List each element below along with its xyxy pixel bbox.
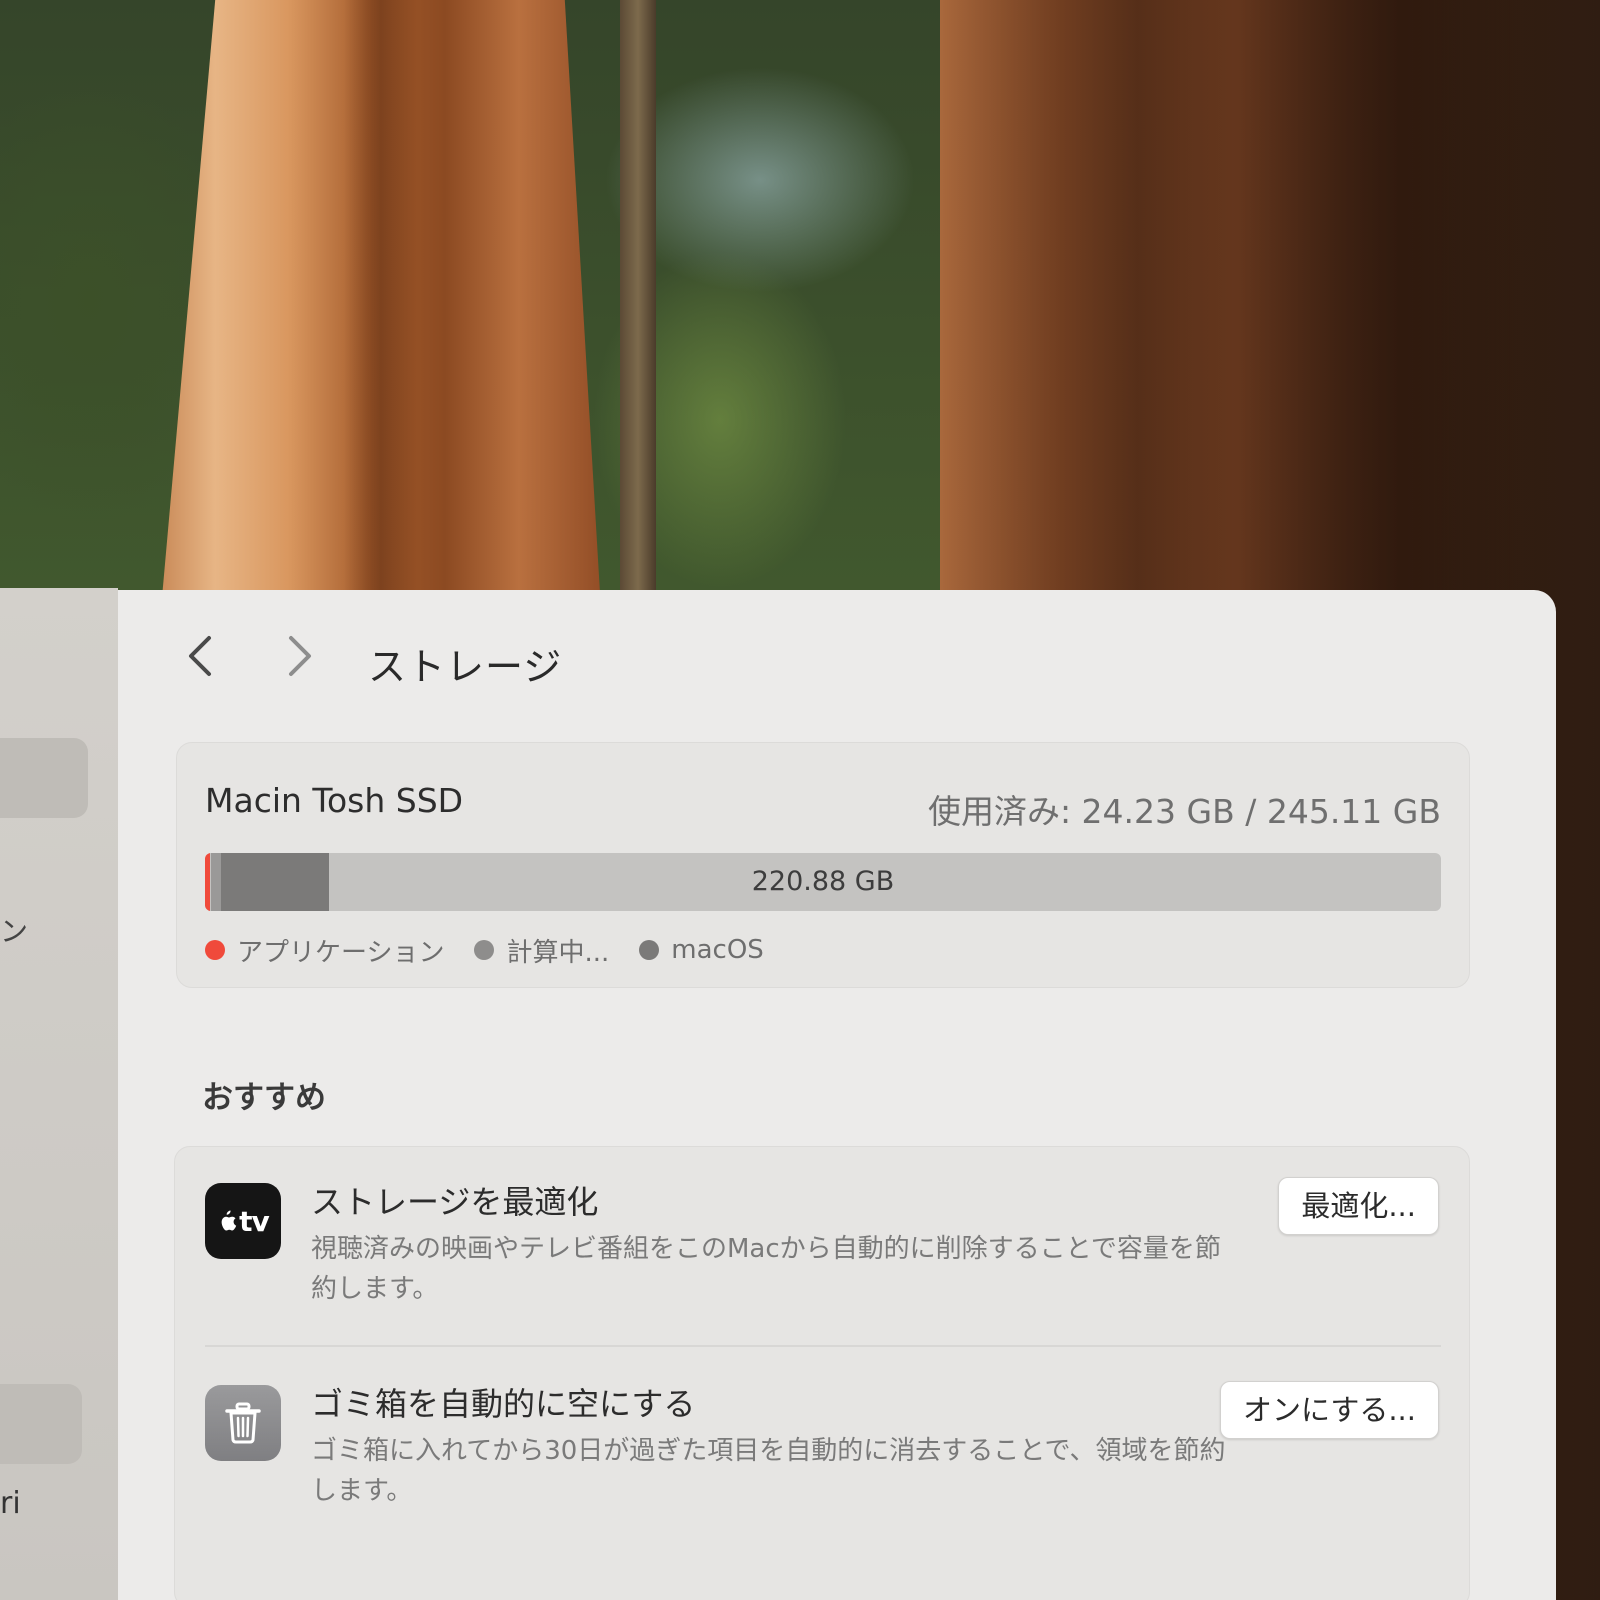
recommendation-description: ゴミ箱に入れてから30日が過ぎた項目を自動的に消去することで、領域を節約します。 xyxy=(311,1436,1226,1506)
apple-tv-glyph: tv xyxy=(239,1204,270,1238)
trash-icon xyxy=(205,1385,281,1461)
chevron-right-icon xyxy=(289,636,311,676)
optimize-button[interactable]: 最適化... xyxy=(1278,1177,1439,1235)
legend-item-calculating: 計算中... xyxy=(474,932,609,969)
toolbar: ストレージ xyxy=(118,590,1556,730)
screen: ン ri ストレージ Macin Tosh SSD 使用済み: 24.23 GB… xyxy=(0,0,1600,1600)
recommendation-title: ストレージを最適化 xyxy=(311,1183,599,1221)
apple-tv-icon: tv xyxy=(205,1183,281,1259)
storage-used-summary: 使用済み: 24.23 GB / 245.11 GB xyxy=(927,792,1441,831)
sidebar-item-siri-partial[interactable]: ri xyxy=(0,1486,21,1521)
recommendation-empty-trash: ゴミ箱を自動的に空にする ゴミ箱に入れてから30日が過ぎた項目を自動的に消去する… xyxy=(175,1349,1469,1549)
turn-on-button[interactable]: オンにする... xyxy=(1220,1381,1439,1439)
legend-label: 計算中... xyxy=(506,937,610,968)
settings-sidebar: ン ri xyxy=(0,588,118,1600)
recommendation-optimize-storage: tv ストレージを最適化 視聴済みの映画やテレビ番組をこのMacから自動的に削除… xyxy=(175,1147,1469,1347)
recommendations-heading: おすすめ xyxy=(202,1080,326,1116)
back-button[interactable] xyxy=(176,630,224,682)
divider xyxy=(205,1345,1441,1347)
wallpaper-tree-trunk-left xyxy=(160,0,602,620)
legend-dot xyxy=(474,940,495,960)
sidebar-item-label-partial[interactable]: ン xyxy=(0,910,28,950)
legend-dot xyxy=(639,940,660,960)
wallpaper-tree-trunk-thin xyxy=(620,0,656,620)
forward-button[interactable] xyxy=(276,630,324,682)
legend-label: アプリケーション xyxy=(237,937,445,968)
recommendation-title: ゴミ箱を自動的に空にする xyxy=(311,1385,696,1423)
recommendation-description: 視聴済みの映画やテレビ番組をこのMacから自動的に削除することで容量を節約します… xyxy=(311,1234,1221,1304)
storage-usage-bar[interactable]: 220.88 GB xyxy=(205,853,1441,911)
sidebar-item-highlighted[interactable] xyxy=(0,1384,82,1464)
page-title: ストレージ xyxy=(368,645,563,689)
disk-name: Macin Tosh SSD xyxy=(205,781,464,820)
chevron-left-icon xyxy=(189,636,211,676)
storage-summary-card: Macin Tosh SSD 使用済み: 24.23 GB / 245.11 G… xyxy=(176,742,1470,988)
legend-item-macos: macOS xyxy=(639,935,764,965)
apple-logo-icon xyxy=(221,1210,237,1231)
trash-can-glyph xyxy=(225,1402,261,1444)
storage-settings-window: ストレージ Macin Tosh SSD 使用済み: 24.23 GB / 24… xyxy=(118,590,1556,1600)
legend-item-applications: アプリケーション xyxy=(205,932,444,969)
recommendations-card: tv ストレージを最適化 視聴済みの映画やテレビ番組をこのMacから自動的に削除… xyxy=(174,1146,1470,1600)
legend-label: macOS xyxy=(671,935,764,965)
legend-dot xyxy=(205,940,225,960)
storage-legend: アプリケーション 計算中... macOS xyxy=(205,932,794,969)
sidebar-item-selected[interactable] xyxy=(0,738,88,818)
storage-free-label: 220.88 GB xyxy=(751,866,895,897)
